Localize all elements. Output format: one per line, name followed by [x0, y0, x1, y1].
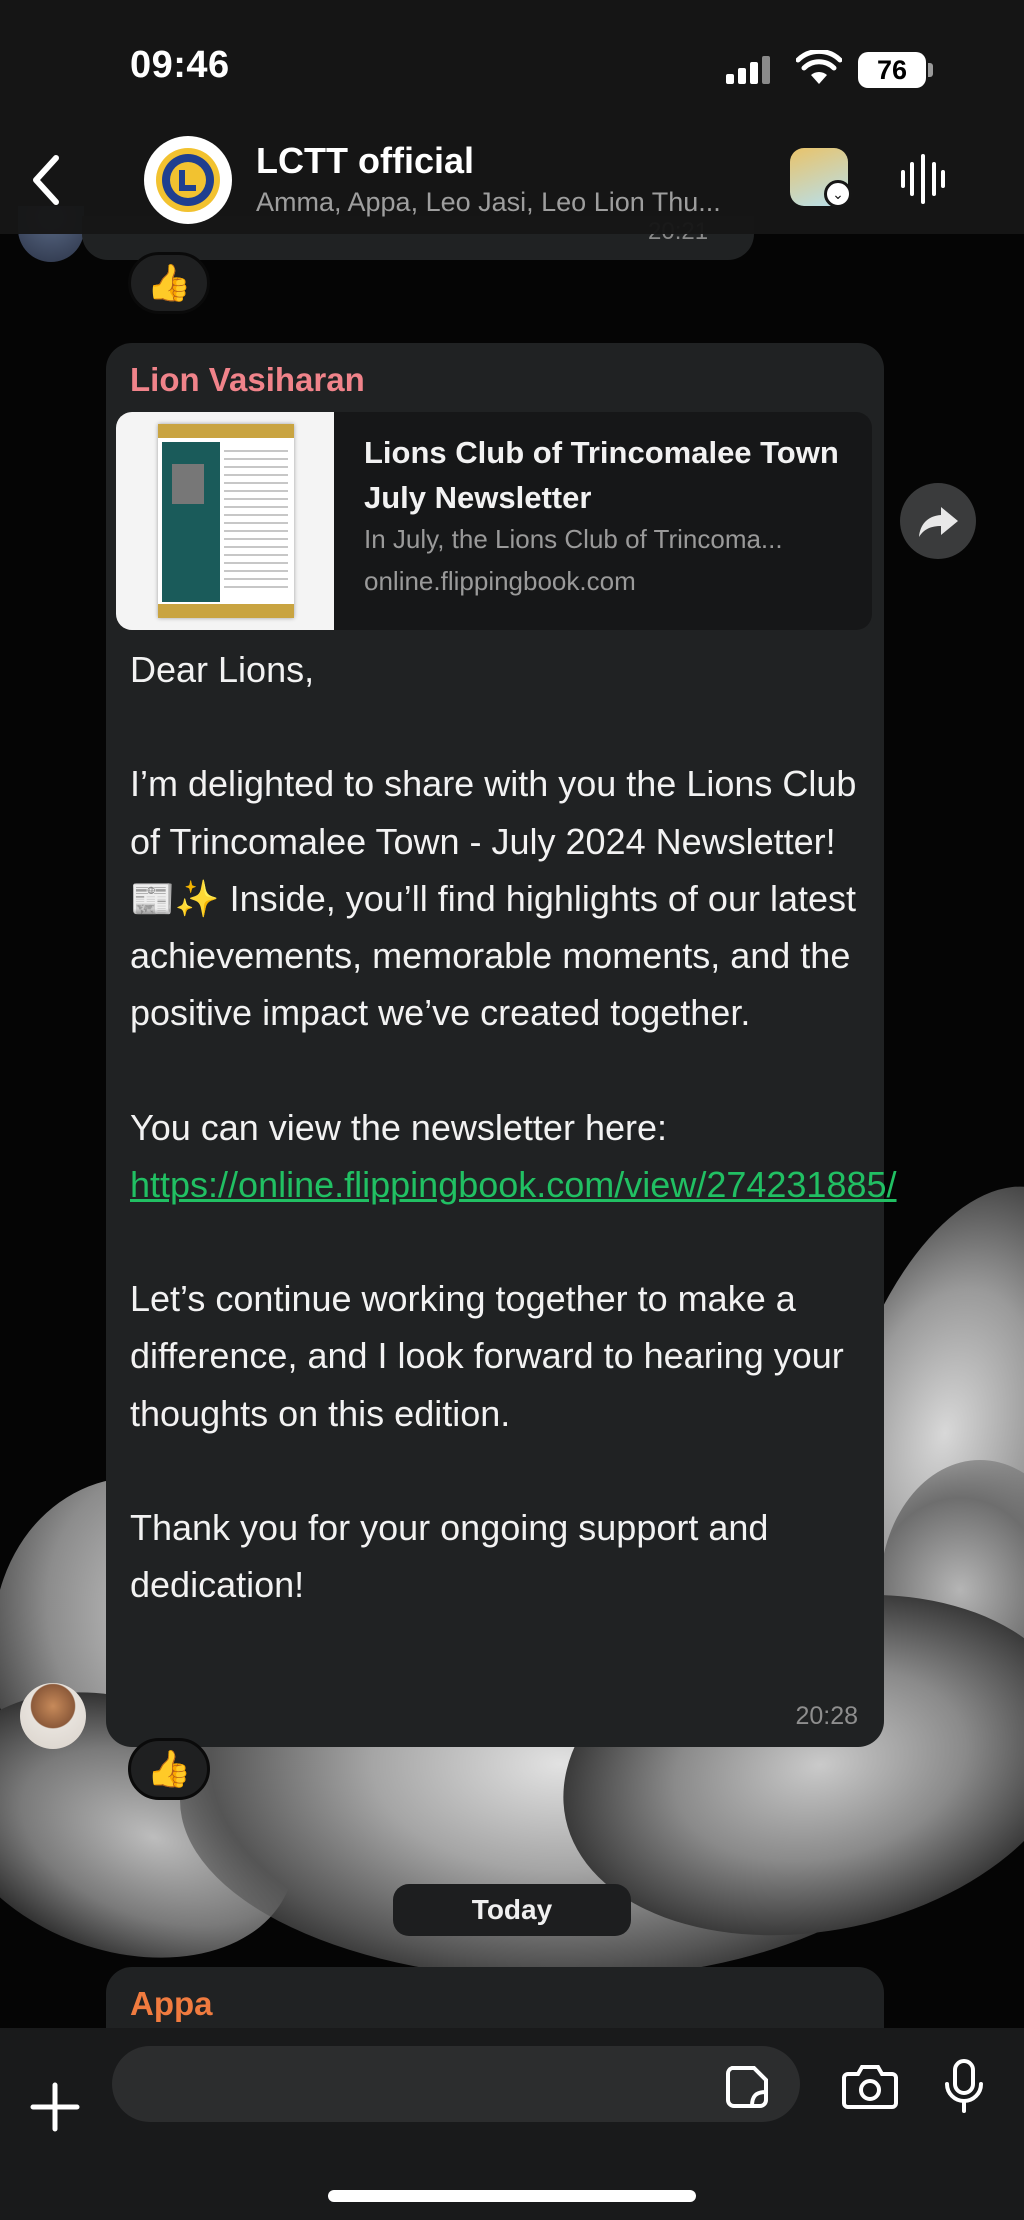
- message-input-bar: [0, 2028, 1024, 2220]
- message-bubble[interactable]: Lion Vasiharan Lions Club of Trincomalee…: [106, 343, 897, 1747]
- next-message-sender-name[interactable]: Appa: [130, 1985, 213, 2023]
- message-input[interactable]: [112, 2046, 800, 2122]
- message-link-intro: You can view the newsletter here:: [130, 1106, 667, 1148]
- lions-club-logo: [148, 140, 228, 220]
- message-paragraph: I’m delighted to share with you the Lion…: [130, 763, 857, 1034]
- link-preview-thumbnail: [116, 412, 334, 630]
- share-arrow-icon: [919, 507, 958, 537]
- newsletter-text-lines: [224, 444, 288, 594]
- newsletter-photo: [172, 464, 204, 504]
- wifi-icon: [796, 50, 842, 84]
- group-members-list[interactable]: Amma, Appa, Leo Jasi, Leo Lion Thu...: [256, 187, 776, 218]
- link-preview-domain: online.flippingbook.com: [364, 566, 636, 596]
- message-time: 20:28: [795, 1702, 858, 1730]
- message-sender-name[interactable]: Lion Vasiharan: [130, 361, 365, 399]
- battery-icon: 76: [858, 52, 934, 88]
- newsletter-sidebar: [162, 442, 220, 602]
- chevron-down-icon: ⌄: [824, 180, 852, 208]
- newsletter-link[interactable]: https://online.flippingbook.com/view/274…: [130, 1164, 897, 1205]
- waveform-icon[interactable]: [898, 152, 948, 206]
- link-preview-title: Lions Club of Trincomalee Town July News…: [364, 435, 839, 515]
- message-paragraph: Let’s continue working together to make …: [130, 1278, 844, 1434]
- chat-header: 09:46 76 LCTT official Amma, Appa, Leo J…: [0, 0, 1024, 234]
- forward-button[interactable]: [900, 483, 976, 559]
- message-text: Dear Lions, I’m delighted to share with …: [130, 641, 897, 1613]
- group-avatar[interactable]: [144, 136, 232, 224]
- group-name[interactable]: LCTT official: [256, 140, 474, 182]
- sender-avatar[interactable]: [20, 1683, 86, 1749]
- sticker-icon[interactable]: [724, 2064, 770, 2110]
- link-preview-card[interactable]: Lions Club of Trincomalee Town July News…: [116, 412, 872, 630]
- newsletter-header-strip: [158, 424, 294, 438]
- status-bar-time: 09:46: [130, 44, 230, 86]
- next-message-bubble[interactable]: Appa: [106, 1967, 884, 2037]
- battery-level: 76: [858, 52, 926, 88]
- message-paragraph: Thank you for your ongoing support and d…: [130, 1506, 769, 1606]
- newsletter-page-image: [158, 424, 294, 618]
- link-preview-description: In July, the Lions Club of Trincoma...: [364, 524, 783, 554]
- microphone-icon[interactable]: [942, 2058, 986, 2114]
- date-separator: Today: [393, 1884, 631, 1936]
- previous-message-reaction[interactable]: 👍: [128, 252, 210, 314]
- camera-icon[interactable]: [842, 2062, 898, 2110]
- message-reaction[interactable]: 👍: [128, 1738, 210, 1800]
- cellular-signal-icon: [726, 56, 770, 84]
- message-greeting: Dear Lions,: [130, 649, 315, 690]
- home-indicator[interactable]: [328, 2190, 696, 2202]
- plus-icon[interactable]: [30, 2082, 80, 2132]
- newsletter-footer-strip: [158, 604, 294, 618]
- chevron-left-icon[interactable]: [26, 150, 66, 210]
